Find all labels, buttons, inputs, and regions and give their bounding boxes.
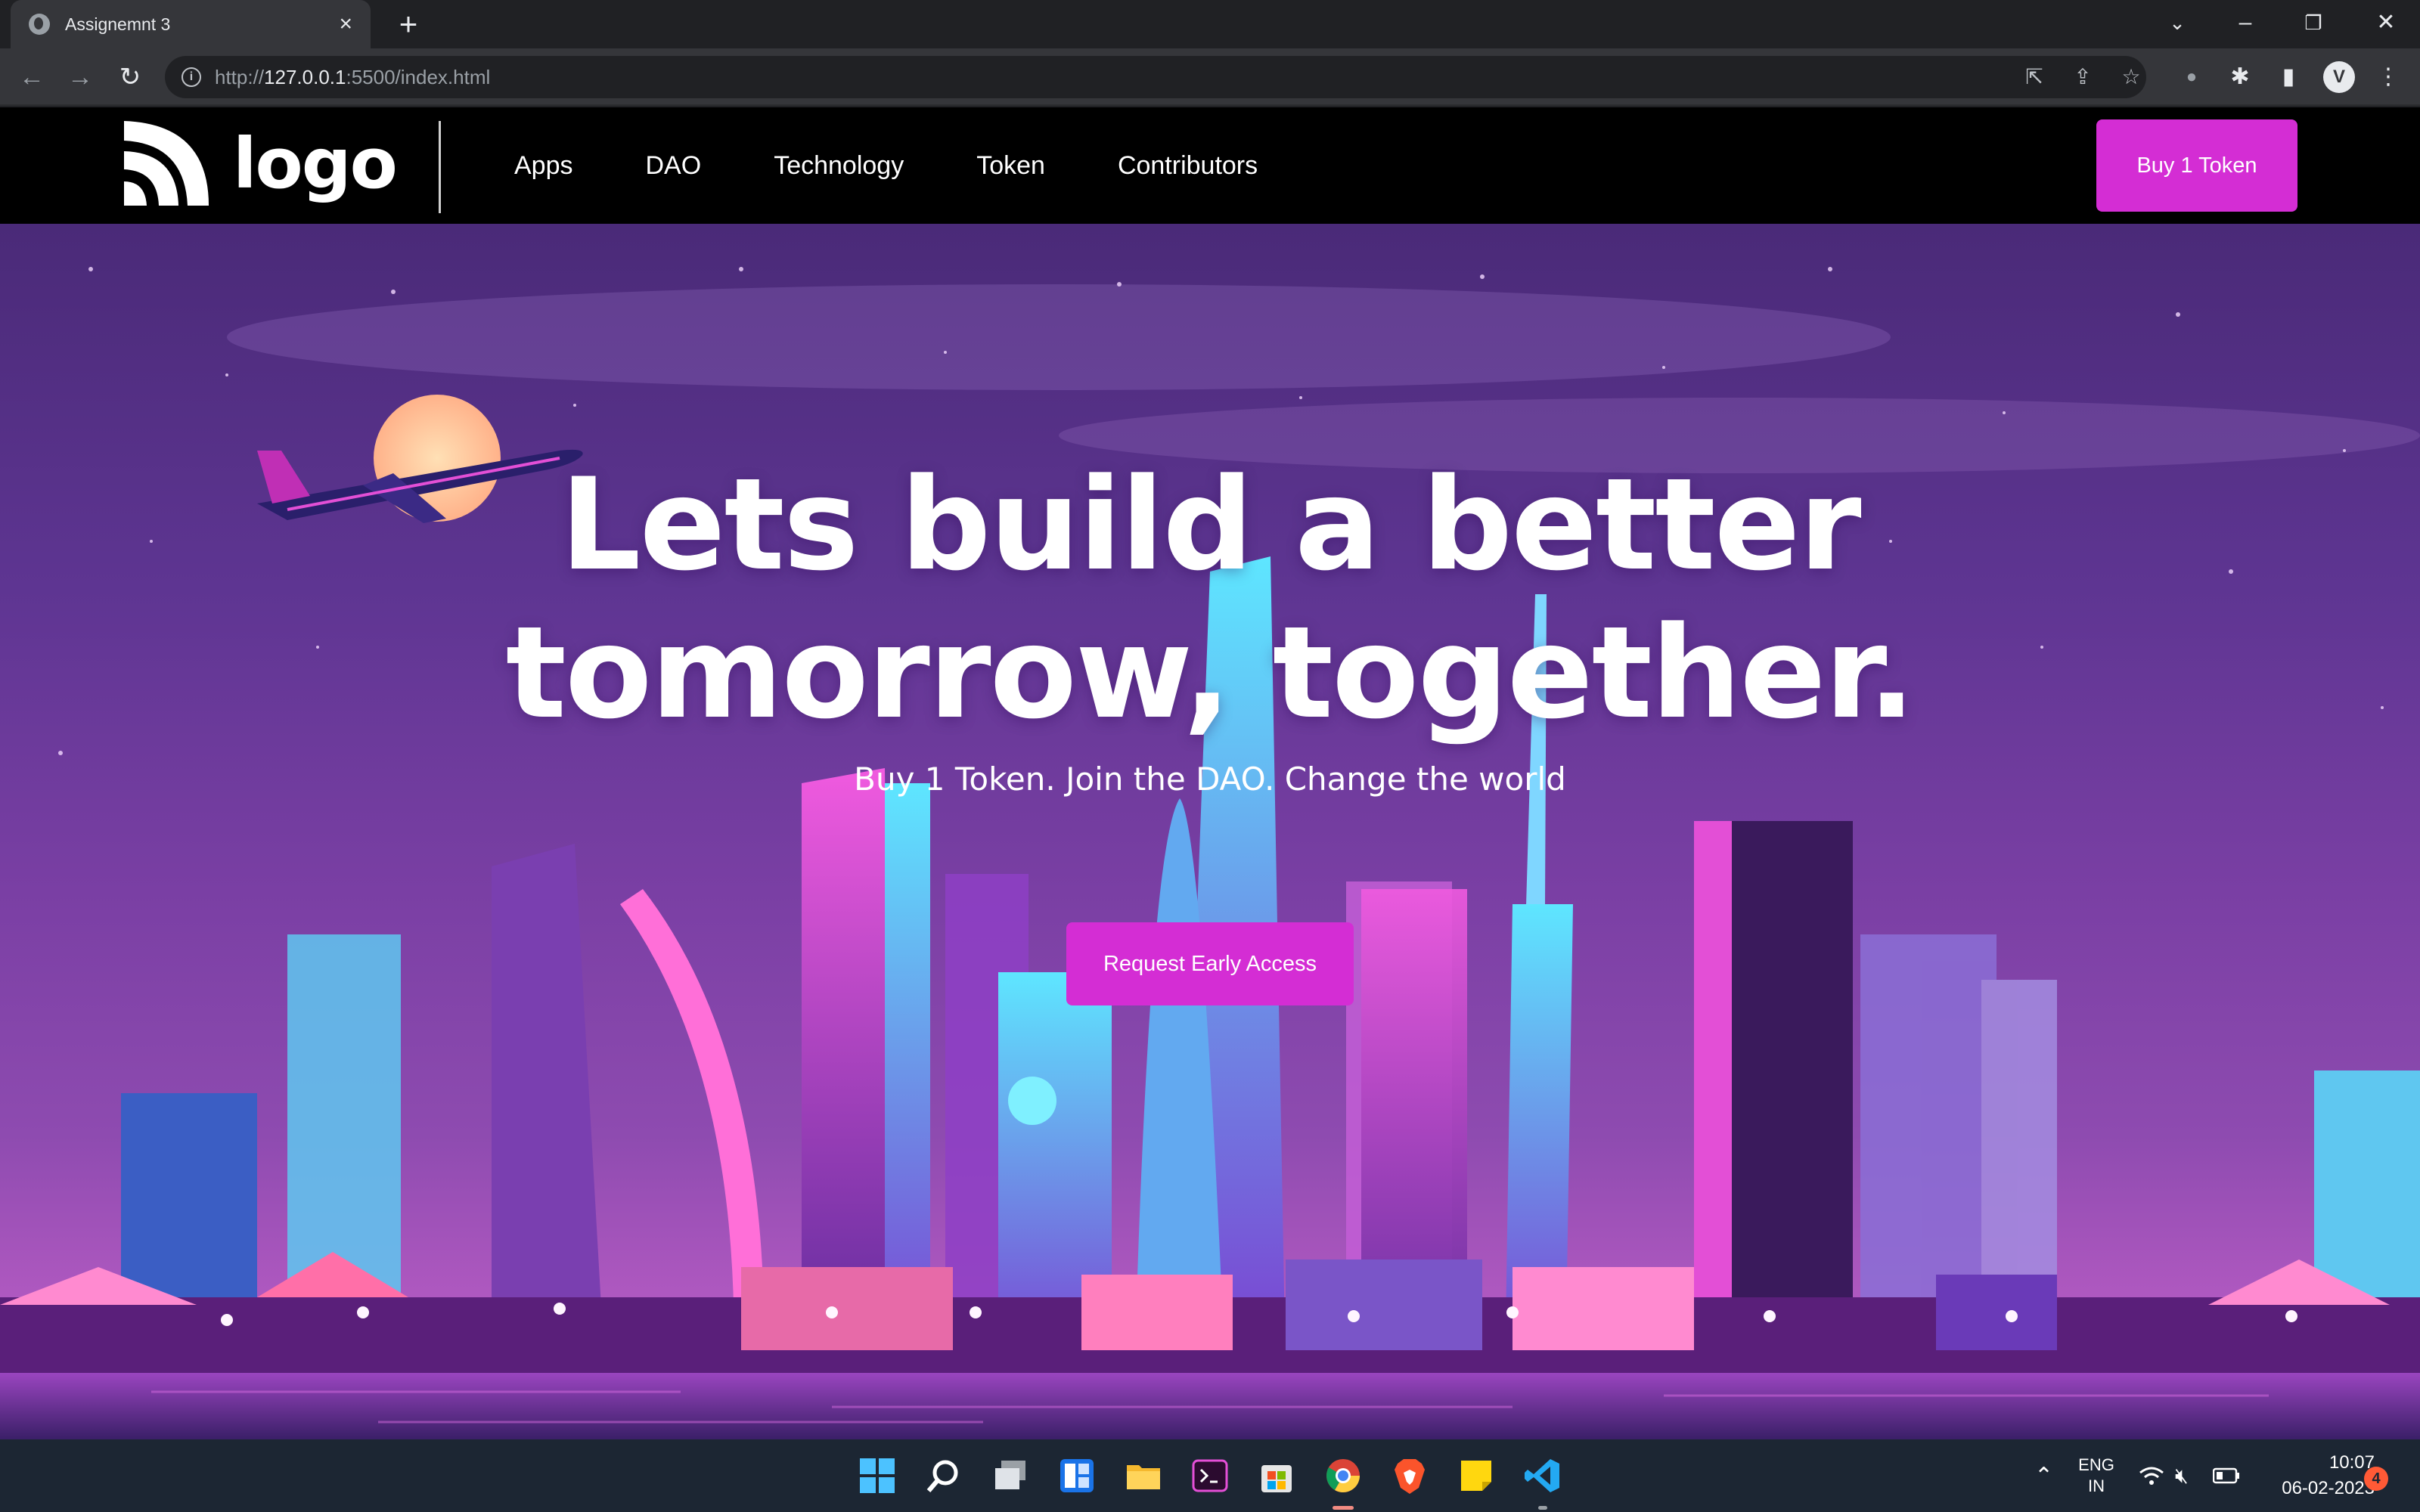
vscode-running-indicator <box>1538 1506 1547 1510</box>
globe-icon <box>29 14 50 35</box>
hero-section: Lets build a better tomorrow, together. … <box>0 224 2420 1439</box>
browser-tab[interactable]: Assignemnt 3 × <box>11 0 371 48</box>
browser-toolbar: ← → ↻ i http://127.0.0.1:5500/index.html… <box>0 48 2420 106</box>
region-code: IN <box>2088 1476 2105 1495</box>
buy-token-button[interactable]: Buy 1 Token <box>2096 119 2297 212</box>
forward-button[interactable]: → <box>64 60 97 94</box>
chrome-icon[interactable] <box>1323 1456 1363 1495</box>
battery-icon[interactable] <box>2213 1439 2240 1512</box>
task-view-icon[interactable] <box>991 1456 1030 1495</box>
wifi-icon[interactable] <box>2139 1439 2164 1512</box>
share-icon[interactable]: ⇪ <box>2066 60 2099 94</box>
logo-text: logo <box>233 122 398 204</box>
close-tab-icon[interactable]: × <box>339 13 352 36</box>
window-close-button[interactable]: ✕ <box>2352 0 2420 48</box>
nav-link-dao[interactable]: DAO <box>646 151 702 181</box>
nav-link-technology[interactable]: Technology <box>774 151 904 181</box>
hero-subline: Buy 1 Token. Join the DAO. Change the wo… <box>854 761 1566 798</box>
address-bar[interactable]: i http://127.0.0.1:5500/index.html <box>165 56 2146 98</box>
new-tab-button[interactable]: + <box>392 8 425 41</box>
microsoft-store-icon[interactable] <box>1257 1456 1296 1495</box>
puzzle-icon[interactable]: ✱ <box>2223 60 2257 94</box>
side-panel-icon[interactable]: ▮ <box>2272 60 2305 94</box>
site-logo[interactable]: logo <box>121 118 398 209</box>
reload-button[interactable]: ↻ <box>113 60 147 94</box>
open-in-app-icon[interactable]: ⇱ <box>2018 60 2051 94</box>
city-skyline-illustration <box>0 267 2420 1439</box>
bookmark-star-icon[interactable]: ☆ <box>2114 60 2148 94</box>
widgets-icon[interactable] <box>1057 1456 1097 1495</box>
chrome-active-indicator <box>1333 1506 1354 1510</box>
volume-muted-icon[interactable]: 🔇︎ <box>2175 1439 2189 1512</box>
site-info-icon[interactable]: i <box>182 67 201 87</box>
show-hidden-icons-icon[interactable]: ⌃ <box>2034 1439 2053 1512</box>
menu-icon[interactable]: ⋮ <box>2372 60 2405 94</box>
clock-time: 10:07 <box>2328 1452 2375 1473</box>
vscode-icon[interactable] <box>1523 1456 1562 1495</box>
back-button[interactable]: ← <box>15 60 48 94</box>
hero-headline-line-1: Lets build a better <box>560 451 1861 599</box>
extension-icon[interactable]: ● <box>2175 60 2208 94</box>
notification-badge[interactable]: 4 <box>2364 1467 2388 1491</box>
nav-link-apps[interactable]: Apps <box>514 151 573 181</box>
clock-date: 06-02-2023 <box>2282 1478 2375 1498</box>
browser-tabstrip: Assignemnt 3 × + ⌄ – ❐ ✕ <box>0 0 2420 48</box>
tab-search-icon[interactable]: ⌄ <box>2143 0 2211 48</box>
profile-avatar[interactable]: V <box>2323 61 2355 93</box>
restore-button[interactable]: ❐ <box>2279 0 2347 48</box>
file-explorer-icon[interactable] <box>1124 1456 1163 1495</box>
nav-link-contributors[interactable]: Contributors <box>1118 151 1258 181</box>
os-taskbar: ⌃ ENG IN 🔇︎ 10:07 06-02-2023 4 <box>0 1439 2420 1512</box>
url-text: http://127.0.0.1:5500/index.html <box>215 65 491 88</box>
tab-title: Assignemnt 3 <box>65 14 171 34</box>
logo-feed-icon <box>124 121 209 206</box>
nav-divider <box>439 121 441 213</box>
language-code: ENG <box>2078 1455 2114 1474</box>
hero-headline: Lets build a better tomorrow, together. <box>0 451 2420 747</box>
sticky-notes-icon[interactable] <box>1457 1456 1496 1495</box>
site-navbar: logo Apps DAO Technology Token Contribut… <box>0 107 2420 224</box>
brave-icon[interactable] <box>1390 1456 1429 1495</box>
windows-start-icon[interactable] <box>858 1456 897 1495</box>
search-icon[interactable] <box>924 1456 963 1495</box>
clock[interactable]: 10:07 06-02-2023 <box>2254 1450 2375 1501</box>
hero-headline-line-2: tomorrow, together. <box>505 599 1916 747</box>
nav-link-token[interactable]: Token <box>976 151 1045 181</box>
minimize-button[interactable]: – <box>2211 0 2279 48</box>
nav-links: Apps DAO Technology Token Contributors <box>514 107 1258 224</box>
terminal-icon[interactable] <box>1190 1456 1230 1495</box>
request-early-access-button[interactable]: Request Early Access <box>1066 922 1354 1005</box>
language-indicator[interactable]: ENG IN <box>2075 1455 2118 1497</box>
